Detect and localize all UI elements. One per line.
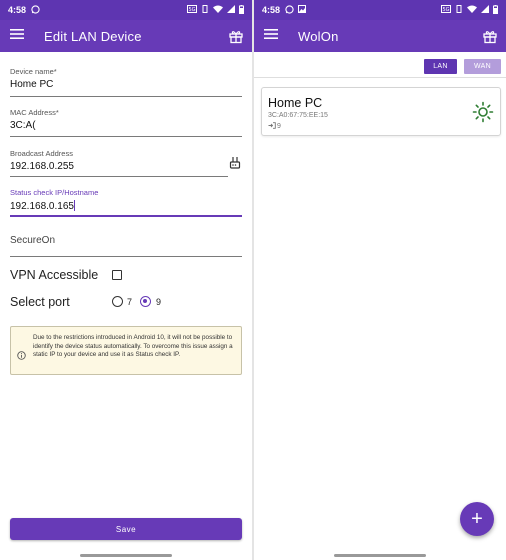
vibrate-icon [455,5,463,15]
hamburger-icon[interactable] [264,27,286,45]
data-saver-icon: 5G [441,5,451,15]
battery-icon [239,4,244,16]
whatsapp-icon [31,4,40,16]
sun-online-icon[interactable] [472,101,494,123]
device-port: 9 [268,122,281,131]
lan-toggle-button[interactable]: LAN [424,59,457,74]
app-bar: WolOn [254,20,506,52]
svg-text:5G: 5G [442,7,449,13]
status-check-value: 192.168.0.165 [10,201,74,212]
status-bar: 4:58 5G [254,0,506,20]
vibrate-icon [201,5,209,15]
notice-text: Due to the restrictions introduced in An… [33,334,233,359]
hamburger-icon[interactable] [10,27,32,45]
wan-toggle-button[interactable]: WAN [464,59,501,74]
data-saver-icon: 5G [187,5,197,15]
app-bar: Edit LAN Device [0,20,252,52]
secureon-placeholder: SecureOn [10,235,56,246]
vpn-accessible-checkbox[interactable] [112,270,122,280]
signal-icon [481,5,489,15]
gesture-nav-bar[interactable] [334,554,426,557]
gesture-nav-bar[interactable] [80,554,172,557]
router-icon[interactable] [229,156,241,174]
wifi-icon [213,5,223,15]
device-name-label: Device name* [10,67,57,76]
status-check-label: Status check IP/Hostname [10,188,99,197]
signal-icon [227,5,235,15]
device-port-value: 9 [277,123,281,130]
device-list-screen: 4:58 5G WolOn LAN WAN Home PC 3C:A0:67:7… [254,0,506,560]
mac-address-field[interactable]: MAC Address* 3C:A( [10,108,242,137]
app-title: WolOn [298,28,339,44]
device-mac: 3C:A0:67:75:EE:15 [268,112,328,119]
secureon-field[interactable]: SecureOn [10,221,242,257]
battery-icon [493,4,498,16]
vpn-accessible-label: VPN Accessible [10,268,99,282]
text-caret [73,200,75,211]
network-toggle: LAN WAN [254,53,506,78]
svg-text:5G: 5G [188,7,195,13]
save-button[interactable]: Save [10,518,242,540]
status-time: 4:58 [8,5,27,15]
status-check-field[interactable]: Status check IP/Hostname 192.168.0.165 [10,188,242,217]
image-notification-icon [298,5,307,15]
android-10-notice: Due to the restrictions introduced in An… [10,326,242,375]
broadcast-address-label: Broadcast Address [10,149,73,158]
select-port-label: Select port [10,295,70,309]
status-time: 4:58 [262,5,281,15]
device-name-value: Home PC [10,79,54,90]
gift-icon[interactable] [228,28,244,44]
broadcast-address-value: 192.168.0.255 [10,161,74,172]
status-bar: 4:58 5G [0,0,252,20]
whatsapp-icon [285,4,294,16]
port-7-radio[interactable] [112,296,123,307]
add-device-button[interactable]: + [460,502,494,536]
info-icon [17,347,26,360]
edit-lan-device-screen: 4:58 5G Edit LAN Device Device name* Hom… [0,0,252,560]
port-7-label: 7 [127,297,133,307]
wifi-icon [467,5,477,15]
port-9-label: 9 [156,297,162,307]
mac-address-value: 3C:A( [10,120,36,131]
port-9-radio[interactable] [140,296,151,307]
gift-icon[interactable] [482,28,498,44]
device-name: Home PC [268,96,323,110]
login-arrow-icon [268,122,276,131]
page-title: Edit LAN Device [44,28,142,44]
broadcast-address-field[interactable]: Broadcast Address 192.168.0.255 [10,149,228,177]
device-card[interactable]: Home PC 3C:A0:67:75:EE:15 9 [261,87,501,136]
device-name-field[interactable]: Device name* Home PC [10,67,242,97]
mac-address-label: MAC Address* [10,108,59,117]
